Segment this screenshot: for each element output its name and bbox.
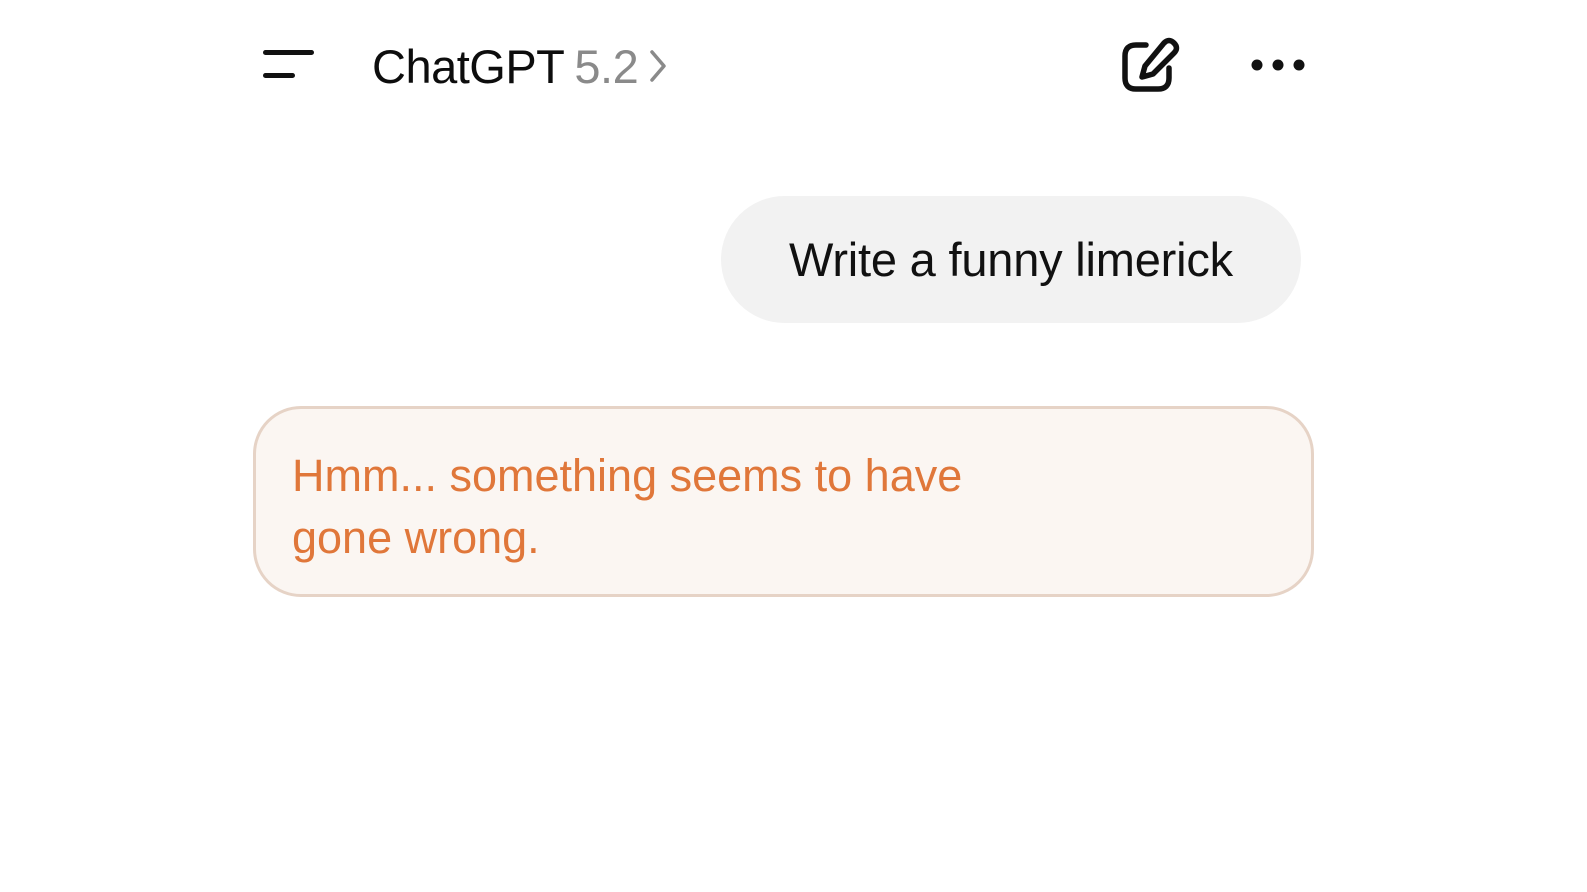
user-message-bubble: Write a funny limerick	[721, 196, 1301, 323]
user-message-text: Write a funny limerick	[789, 233, 1233, 286]
model-version: 5.2	[574, 39, 639, 93]
model-selector[interactable]: ChatGPT 5.2	[372, 36, 668, 96]
sidebar-menu-button[interactable]	[256, 42, 320, 88]
ellipsis-horizontal-icon	[1246, 59, 1310, 92]
new-chat-button[interactable]	[1116, 36, 1180, 96]
more-options-button[interactable]	[1246, 44, 1310, 88]
pencil-square-icon	[1116, 37, 1180, 100]
chevron-right-icon	[648, 49, 668, 83]
error-message-text: Hmm... something seems to have gone wron…	[292, 450, 963, 563]
app-title: ChatGPT	[372, 39, 565, 93]
error-message-card: Hmm... something seems to have gone wron…	[253, 406, 1314, 597]
top-bar: ChatGPT 5.2	[0, 0, 1587, 130]
chat-app: ChatGPT 5.2 Write a funny limerick Hmm..…	[0, 0, 1587, 892]
